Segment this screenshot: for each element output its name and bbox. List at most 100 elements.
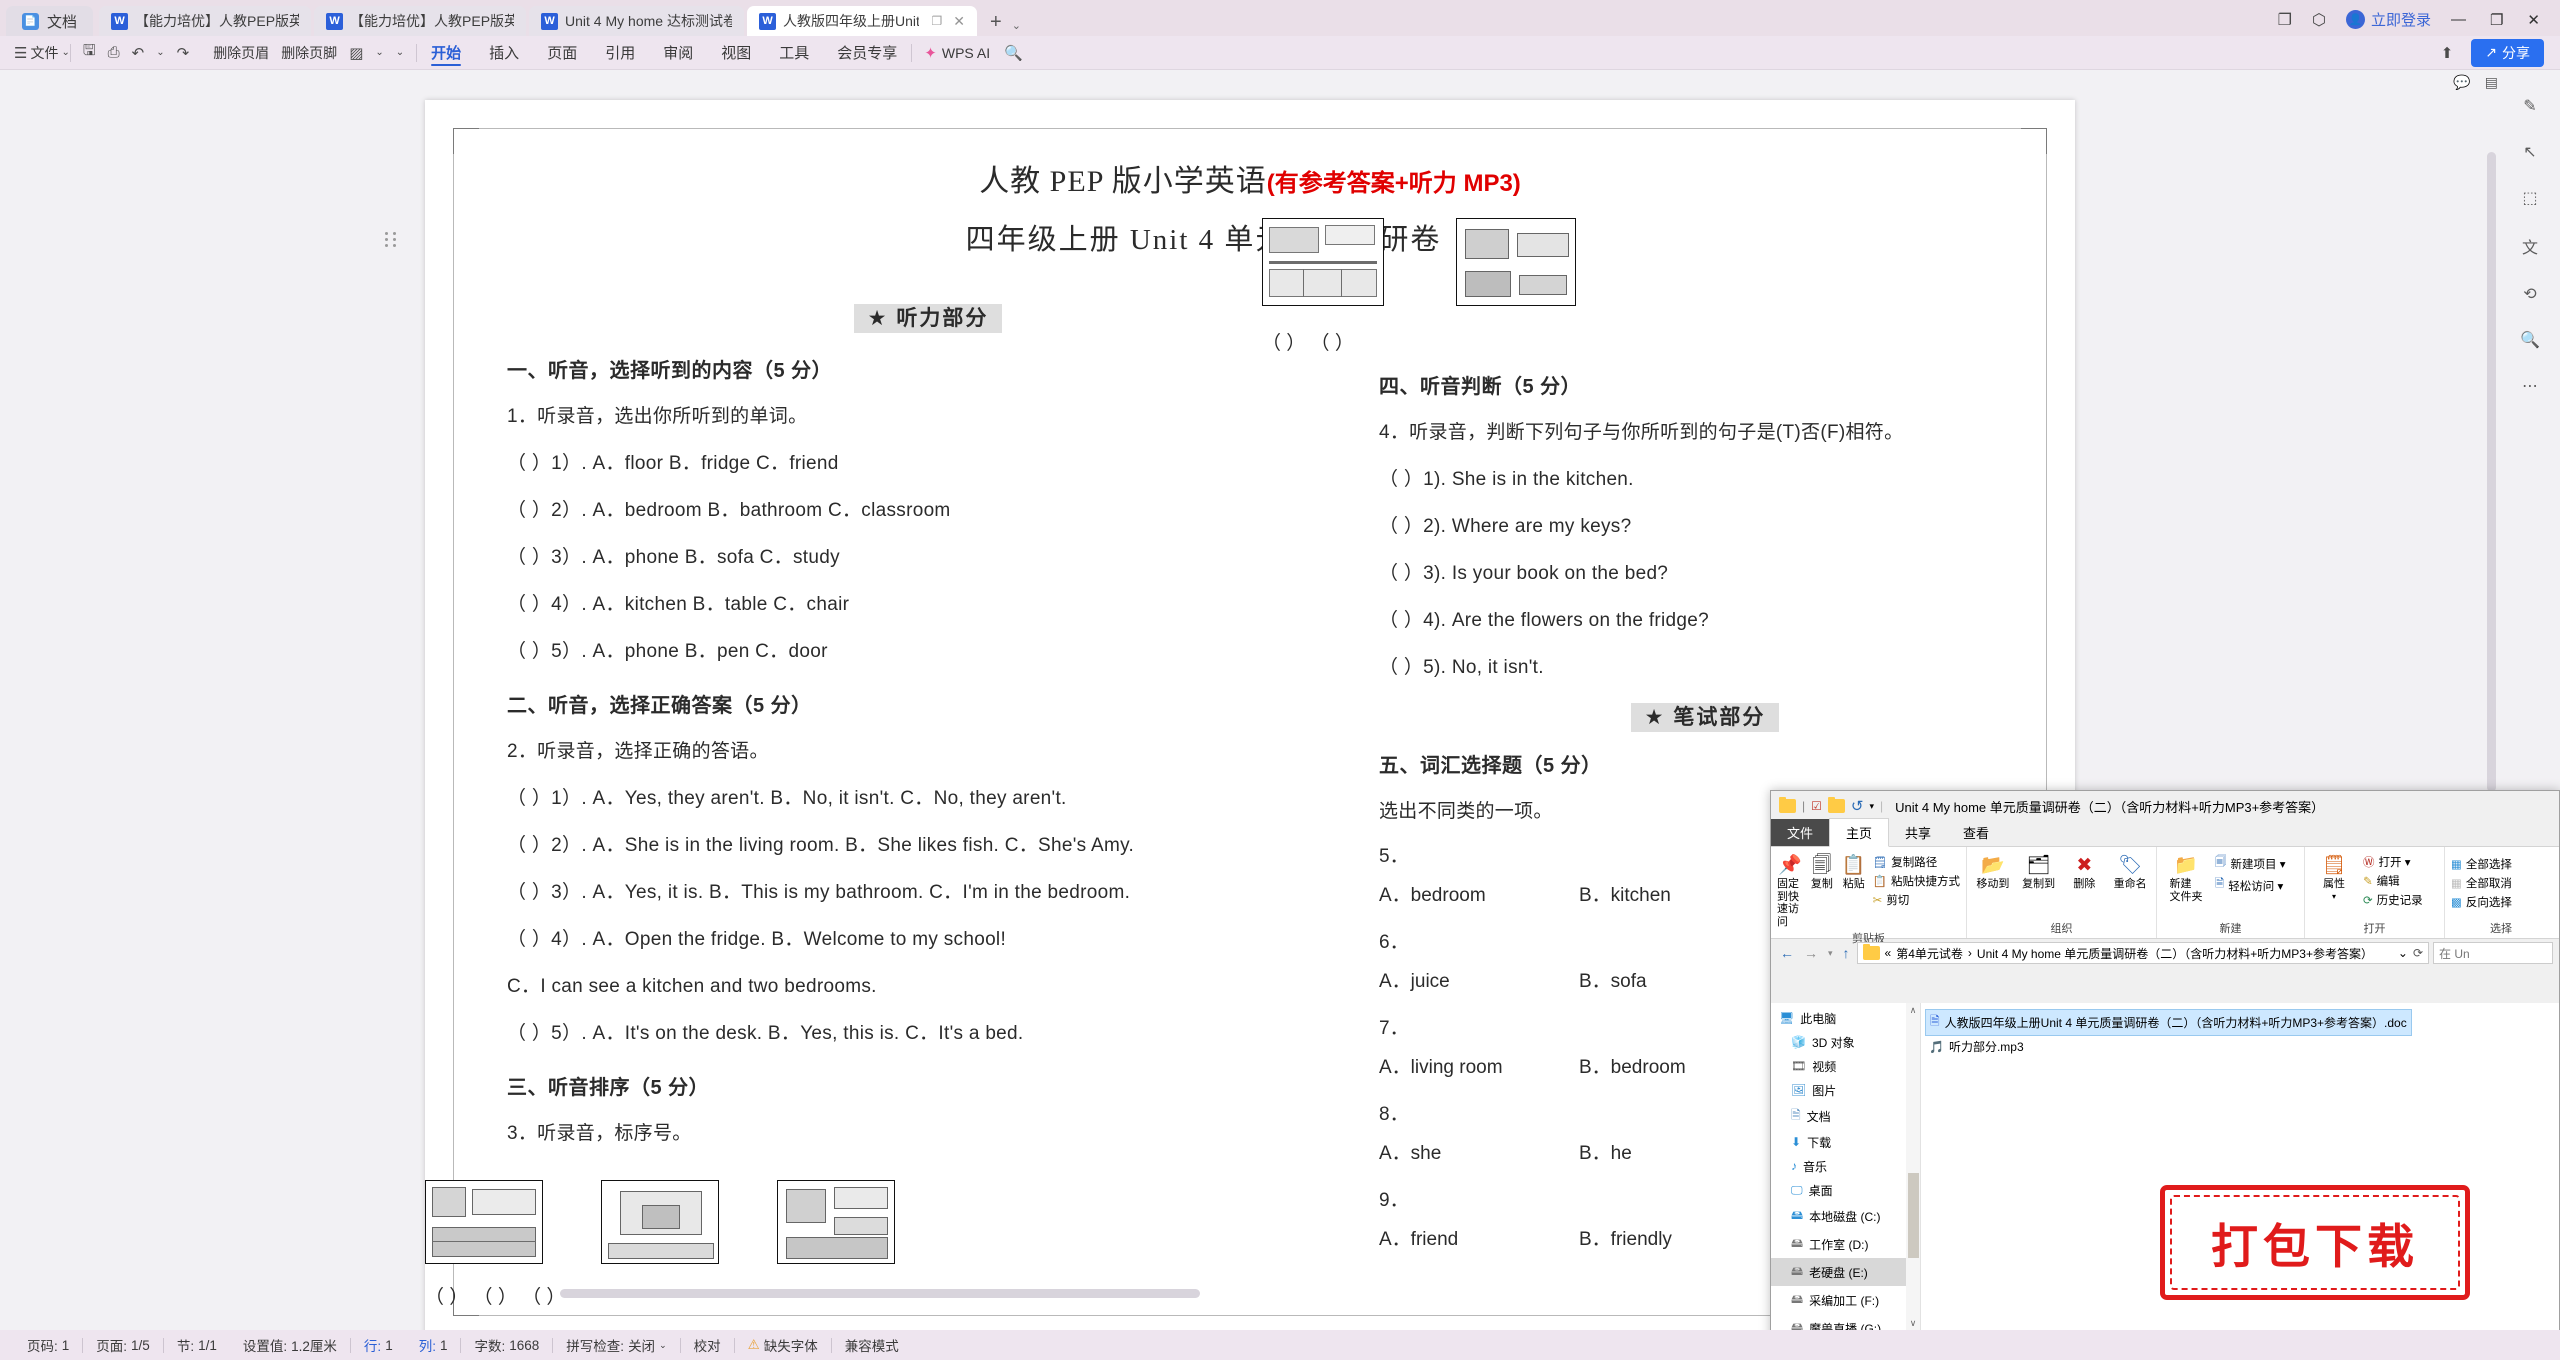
copy-path-button[interactable]: 🗒 复制路径	[1873, 854, 1960, 870]
customize-caret-icon[interactable]: ▾	[1869, 801, 1874, 812]
vertical-scrollbar[interactable]	[2487, 152, 2496, 792]
print-icon[interactable]: ⎙	[108, 44, 120, 61]
copy-to-button[interactable]: 🗂 复制到	[2019, 850, 2059, 891]
copy-button[interactable]: 🗐 复制	[1809, 850, 1835, 891]
ocr-icon[interactable]: ⬚	[2522, 188, 2537, 208]
new-item-button[interactable]: 🗐 新建项目 ▾	[2215, 854, 2285, 873]
login-button[interactable]: 👤 立即登录	[2345, 9, 2431, 30]
history-button[interactable]: ⟳ 历史记录	[2363, 892, 2423, 908]
ribbon-tab-view[interactable]: 视图	[707, 36, 765, 69]
search-icon[interactable]: 🔍	[1004, 44, 1023, 62]
wps-ai-button[interactable]: ✦ WPS AI	[912, 44, 990, 62]
undo-icon[interactable]: ↶	[132, 44, 145, 62]
ribbon-tab-member[interactable]: 会员专享	[823, 36, 911, 69]
watermark-icon[interactable]: ▨	[349, 44, 363, 62]
paste-button[interactable]: 📋 粘贴	[1841, 850, 1867, 891]
ribbon-tab-tools[interactable]: 工具	[765, 36, 823, 69]
status-setting-value[interactable]: 设置值: 1.2厘米	[230, 1335, 350, 1355]
explorer-tab-file[interactable]: 文件	[1771, 819, 1830, 846]
nav-item-desktop[interactable]: 🖵 桌面	[1771, 1178, 1920, 1202]
nav-item-downloads[interactable]: ⬇ 下载	[1771, 1130, 1920, 1154]
more-options-icon[interactable]: ⋯	[2522, 376, 2538, 396]
save-icon[interactable]: 🖫	[83, 40, 96, 65]
nav-item-pictures[interactable]: 🖼 图片	[1771, 1078, 1920, 1102]
nav-item-drive-c[interactable]: 🖴 本地磁盘 (C:)	[1771, 1202, 1920, 1230]
horizontal-scrollbar[interactable]	[560, 1289, 1200, 1298]
forward-icon[interactable]: →	[1801, 945, 1821, 961]
edit-pencil-icon[interactable]: ✎	[2523, 96, 2536, 116]
undo-caret-icon[interactable]: ⌄	[156, 47, 164, 58]
file-row-mp3[interactable]: 🎵 听力部分.mp3	[1925, 1036, 2028, 1057]
new-folder-button[interactable]: 📁 新建 文件夹	[2163, 850, 2209, 903]
cloud-upload-icon[interactable]: ⬆	[2441, 44, 2454, 62]
chevron-down-icon[interactable]: ⌄	[396, 47, 404, 58]
delete-button[interactable]: ✖ 删除	[2065, 850, 2105, 891]
breadcrumb-dropdown-icon[interactable]: ⌄	[2398, 946, 2408, 960]
nav-item-drive-d[interactable]: 🖴 工作室 (D:)	[1771, 1230, 1920, 1258]
back-icon[interactable]: ←	[1777, 945, 1797, 961]
chevron-down-icon[interactable]: ⌄	[659, 1340, 667, 1351]
scroll-up-icon[interactable]: ∧	[1910, 1005, 1917, 1016]
nav-scrollbar[interactable]: ∧ ∨	[1906, 1003, 1920, 1331]
rename-button[interactable]: 🏷 重命名	[2110, 850, 2150, 891]
nav-scroll-thumb[interactable]	[1908, 1173, 1919, 1258]
status-word-count[interactable]: 字数: 1668	[461, 1335, 552, 1355]
edit-button[interactable]: ✎ 编辑	[2363, 873, 2423, 889]
ribbon-tab-start[interactable]: 开始	[417, 36, 475, 69]
select-all-button[interactable]: ▦ 全部选择	[2451, 856, 2512, 872]
tab-list-caret-icon[interactable]: ⌄	[1012, 19, 1021, 36]
scroll-down-icon[interactable]: ∨	[1910, 1318, 1917, 1329]
search-doc-icon[interactable]: 🔍	[2520, 330, 2540, 350]
ribbon-tab-insert[interactable]: 插入	[475, 36, 533, 69]
cursor-select-icon[interactable]: ↖	[2523, 142, 2536, 162]
paste-shortcut-button[interactable]: 📋 粘贴快捷方式	[1873, 873, 1960, 889]
status-column[interactable]: 列: 1	[406, 1335, 461, 1355]
nav-item-documents[interactable]: 🗎 文档	[1771, 1102, 1920, 1130]
ribbon-tab-page[interactable]: 页面	[533, 36, 591, 69]
restore-icon[interactable]: ❐	[932, 14, 943, 28]
status-proofread[interactable]: 校对	[681, 1335, 734, 1355]
tab-3-active[interactable]: W 人教版四年级上册Unit 4 单元 ❐ ✕	[747, 6, 978, 36]
breadcrumb-root[interactable]: 第4单元试卷	[1896, 945, 1963, 962]
status-missing-font[interactable]: ⚠ 缺失字体	[735, 1335, 831, 1355]
tab-2[interactable]: W Unit 4 My home 达标测试卷.doc	[529, 6, 745, 36]
explorer-tab-share[interactable]: 共享	[1889, 819, 1947, 846]
explorer-title-bar[interactable]: | ☑ ↺ ▾ | Unit 4 My home 单元质量调研卷（二）（含听力材…	[1771, 791, 2559, 821]
move-to-button[interactable]: 📂 移动到	[1973, 850, 2013, 891]
status-spellcheck[interactable]: 拼写检查: 关闭 ⌄	[553, 1335, 679, 1355]
explorer-tab-home[interactable]: 主页	[1829, 818, 1890, 847]
easy-access-button[interactable]: 🗎 轻松访问 ▾	[2215, 876, 2285, 895]
status-row[interactable]: 行: 1	[351, 1335, 406, 1355]
delete-footer-button[interactable]: 删除页脚	[281, 43, 337, 63]
cut-button[interactable]: ✂ 剪切	[1873, 892, 1960, 908]
file-menu-button[interactable]: ☰ 文件 ⌄	[14, 43, 70, 63]
nav-item-drive-e[interactable]: 🖴 老硬盘 (E:)	[1771, 1258, 1920, 1286]
share-button[interactable]: ↗ 分享	[2471, 38, 2544, 67]
nav-item-this-pc[interactable]: 🖥 此电脑	[1771, 1006, 1920, 1030]
up-icon[interactable]: ↑	[1840, 945, 1853, 961]
close-icon[interactable]: ✕	[953, 13, 965, 30]
delete-header-button[interactable]: 删除页眉	[213, 43, 269, 63]
close-window-button[interactable]: ✕	[2527, 11, 2540, 29]
nav-item-videos[interactable]: 🎞 视频	[1771, 1054, 1920, 1078]
pin-to-quick-access-button[interactable]: 📌 固定到快 速访问	[1777, 850, 1803, 929]
breadcrumb-ellipsis[interactable]: «	[1885, 946, 1892, 960]
ribbon-tab-review[interactable]: 审阅	[649, 36, 707, 69]
new-folder-quick-icon[interactable]	[1827, 797, 1845, 813]
drag-handle[interactable]	[385, 230, 397, 248]
breadcrumb-current[interactable]: Unit 4 My home 单元质量调研卷（二）（含听力材料+听力MP3+参考…	[1977, 945, 2373, 962]
cube-icon[interactable]: ⬡	[2312, 10, 2326, 30]
minimize-button[interactable]: —	[2451, 11, 2466, 28]
invert-selection-button[interactable]: ▩ 反向选择	[2451, 894, 2512, 910]
properties-button[interactable]: 🗒 属性 ▾	[2311, 850, 2357, 901]
translate-icon[interactable]: 文	[2522, 234, 2538, 258]
refresh-icon[interactable]: ⟳	[2413, 946, 2423, 960]
open-with-button[interactable]: Ⓦ 打开 ▾	[2363, 854, 2423, 870]
nav-item-music[interactable]: ♪ 音乐	[1771, 1154, 1920, 1178]
select-none-button[interactable]: ▦ 全部取消	[2451, 875, 2512, 891]
status-compat-mode[interactable]: 兼容模式	[832, 1335, 912, 1355]
breadcrumb[interactable]: « 第4单元试卷 › Unit 4 My home 单元质量调研卷（二）（含听力…	[1856, 942, 2429, 964]
nav-item-drive-f[interactable]: 🖴 采编加工 (F:)	[1771, 1286, 1920, 1314]
properties-quick-icon[interactable]: ☑	[1811, 799, 1822, 813]
search-input[interactable]: 在 Un	[2433, 942, 2553, 964]
